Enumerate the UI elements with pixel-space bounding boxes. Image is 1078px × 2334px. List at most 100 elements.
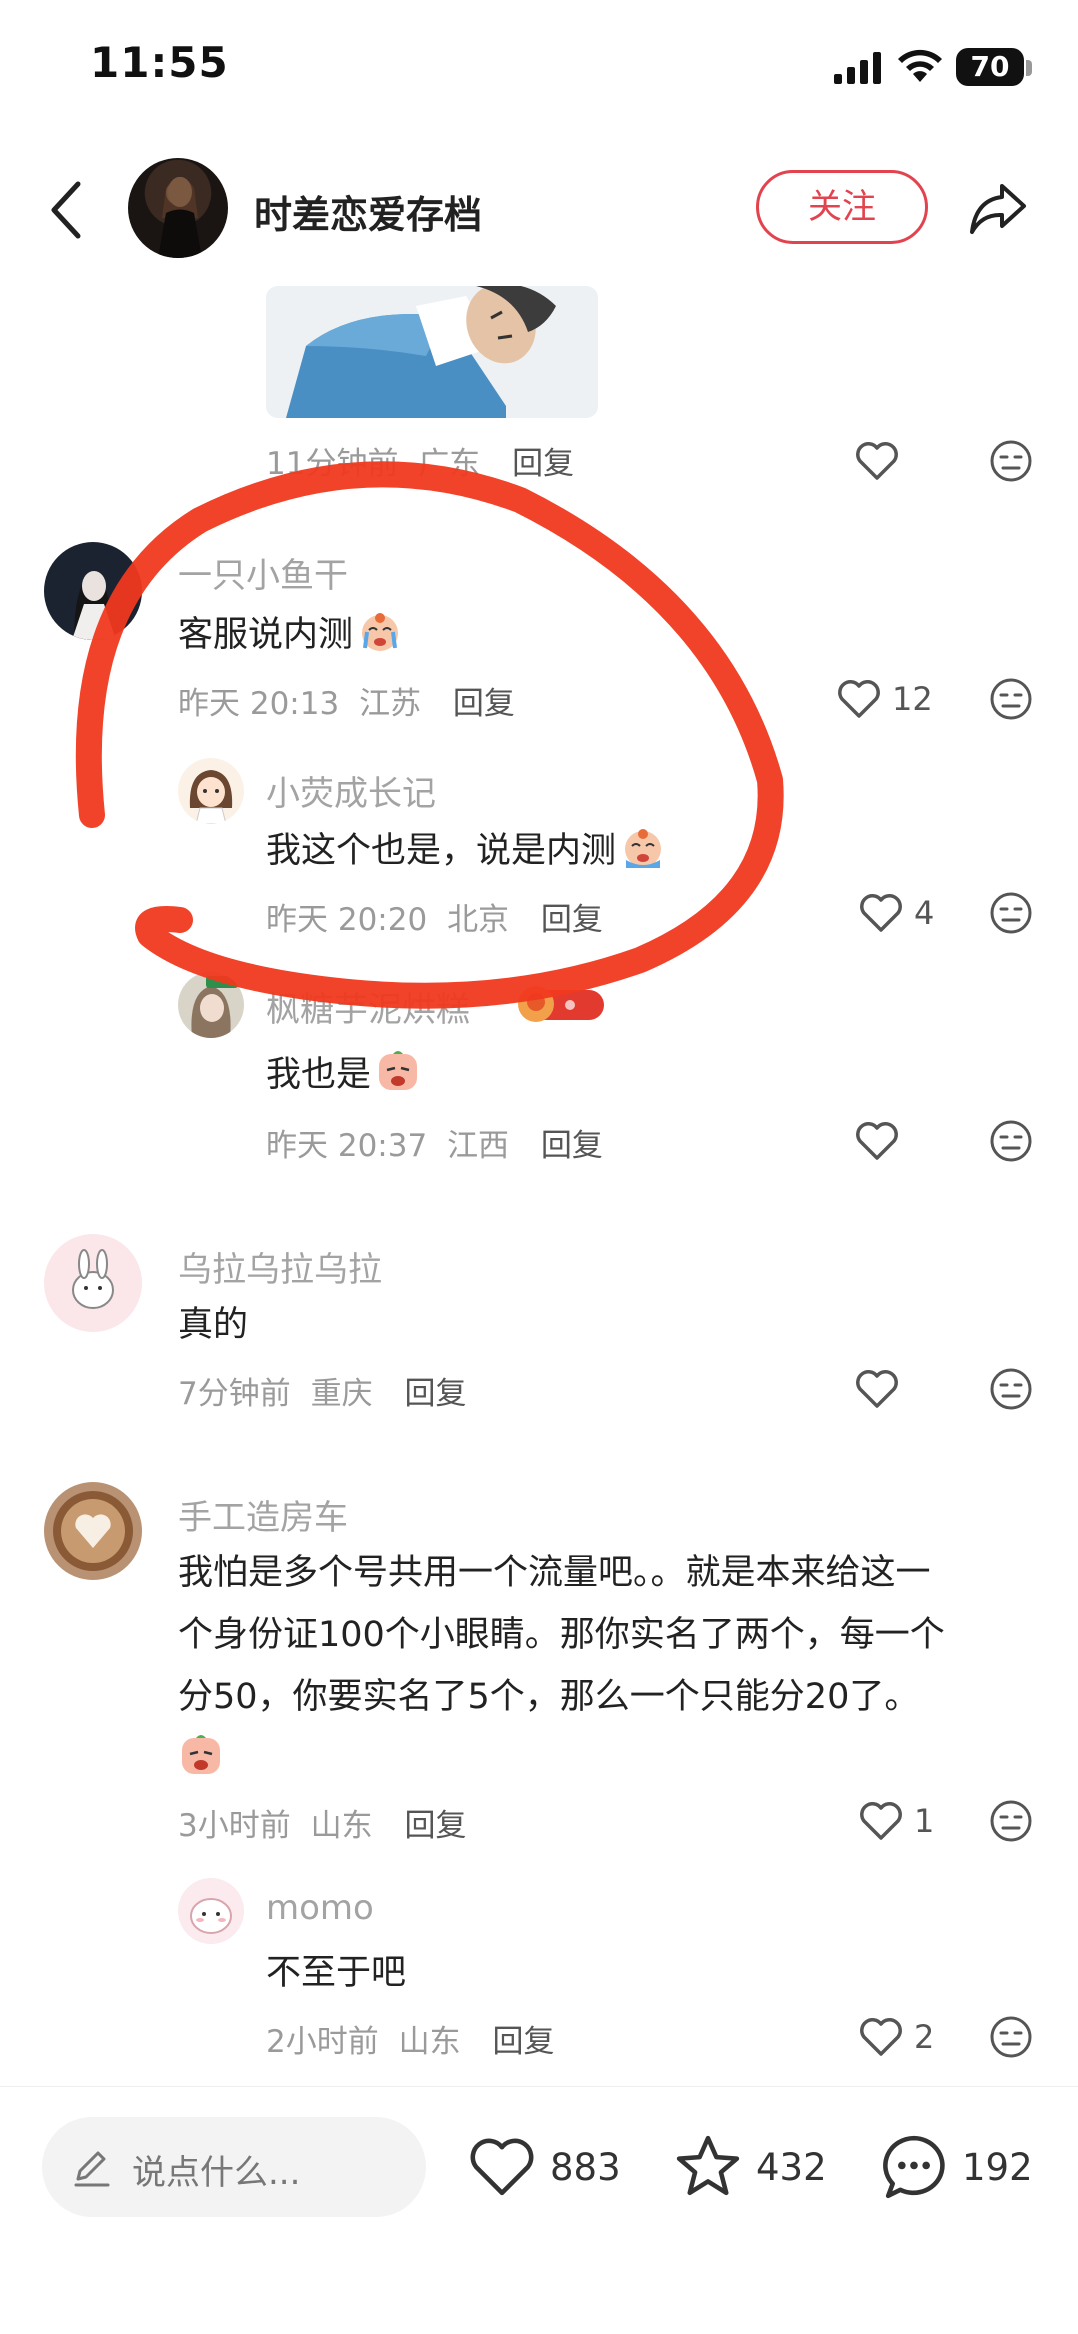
avatar[interactable] (178, 758, 244, 824)
comment-meta: 2小时前 山东 回复 (266, 2016, 554, 2061)
like-count: 1 (914, 1802, 935, 1840)
heart-icon (470, 2138, 534, 2196)
cellular-signal-icon (834, 52, 881, 84)
heart-icon[interactable] (852, 1364, 902, 1414)
dislike-face-icon[interactable] (988, 1798, 1034, 1844)
share-icon[interactable] (966, 176, 1030, 240)
cry-emoji-icon (362, 613, 399, 651)
comment-time: 3小时前 (178, 1808, 291, 1844)
like-count: 12 (892, 680, 933, 718)
comment-location: 重庆 (310, 1376, 373, 1412)
sticker-image[interactable] (266, 286, 598, 418)
comment-username[interactable]: momo (266, 1888, 374, 1928)
comment-time: 2小时前 (266, 2024, 379, 2060)
post-like-count: 883 (550, 2145, 621, 2189)
comment-line: 个身份证100个小眼睛。那你实名了两个，每一个 (178, 1615, 945, 1655)
follow-button[interactable]: 关注 (756, 170, 928, 244)
reply-button[interactable]: 回复 (512, 446, 574, 482)
heart-icon[interactable] (852, 1116, 902, 1166)
comment-time: 昨天 20:20 (266, 902, 428, 938)
comment-text: 客服说内测 (178, 604, 403, 666)
comment-input-placeholder: 说点什么... (132, 2153, 301, 2193)
like-count: 4 (914, 894, 935, 932)
like-count: 2 (914, 2018, 935, 2056)
heart-icon (860, 894, 902, 932)
comment-text: 真的 (178, 1305, 249, 1345)
post-like-button[interactable]: 883 (464, 2125, 621, 2209)
avatar[interactable] (44, 1234, 142, 1332)
reply-button[interactable]: 回复 (541, 902, 603, 938)
reply-button[interactable]: 回复 (404, 1808, 466, 1844)
post-comment-count: 192 (962, 2145, 1033, 2189)
reply-button[interactable]: 回复 (404, 1376, 466, 1412)
pen-icon (74, 2151, 110, 2187)
comment-username[interactable]: 枫糖芋泥烘糕 (266, 982, 470, 1031)
comment-meta: 昨天 20:37 江西 回复 (266, 1120, 603, 1165)
wifi-icon (898, 49, 942, 82)
comment-meta: 3小时前 山东 回复 (178, 1800, 466, 1845)
like-button[interactable]: 1 (856, 1796, 934, 1846)
comment-username[interactable]: 乌拉乌拉乌拉 (178, 1242, 382, 1291)
heart-icon (860, 2018, 902, 2056)
avatar[interactable] (178, 972, 244, 1038)
back-icon[interactable] (40, 170, 100, 250)
comment-username[interactable]: 小荧成长记 (266, 766, 436, 815)
comment-text: 我也是 (266, 1044, 421, 1106)
dislike-face-icon[interactable] (988, 2014, 1034, 2060)
post-comment-button[interactable]: 192 (876, 2125, 1033, 2209)
like-button[interactable]: 2 (856, 2012, 934, 2062)
author-name[interactable]: 时差恋爱存档 (254, 184, 482, 239)
comment-username[interactable]: 手工造房车 (178, 1490, 348, 1539)
comment-meta: 昨天 20:13 江苏 回复 (178, 678, 515, 723)
comment-body: 我这个也是，说是内测 (266, 831, 617, 871)
comment-time: 11分钟前 (266, 446, 399, 482)
author-avatar[interactable] (128, 158, 228, 258)
dislike-face-icon[interactable] (988, 1366, 1034, 1412)
dislike-face-icon[interactable] (988, 438, 1034, 484)
reply-button[interactable]: 回复 (541, 1128, 603, 1164)
avatar[interactable] (178, 1878, 244, 1944)
battery-icon: 70 (956, 48, 1024, 86)
reply-button[interactable]: 回复 (453, 686, 515, 722)
avatar[interactable] (44, 542, 142, 640)
sad-emoji-icon (379, 1051, 418, 1090)
dislike-face-icon[interactable] (988, 890, 1034, 936)
comment-bubble-icon (883, 2135, 945, 2199)
status-bar: 11:55 70 (0, 0, 1078, 130)
comment-line: 我怕是多个号共用一个流量吧。。就是本来给这一 (178, 1553, 931, 1593)
comment-line: 分50，你要实名了5个，那么一个只能分20了。 (178, 1677, 920, 1717)
comment-location: 江西 (447, 1128, 510, 1164)
heart-icon (838, 680, 880, 718)
star-icon (676, 2135, 740, 2196)
post-star-button[interactable]: 432 (670, 2125, 827, 2209)
comment-input[interactable]: 说点什么... (42, 2117, 426, 2217)
bottom-action-bar: 说点什么... 883 432 192 (0, 2086, 1078, 2334)
like-button[interactable]: 12 (834, 674, 933, 724)
comment-text: 我这个也是，说是内测 (266, 820, 666, 882)
post-star-count: 432 (756, 2145, 827, 2189)
comment-text: 我怕是多个号共用一个流量吧。。就是本来给这一 个身份证100个小眼睛。那你实名了… (178, 1542, 1038, 1790)
dislike-face-icon[interactable] (988, 676, 1034, 722)
avatar[interactable] (44, 1482, 142, 1580)
comment-body: 我也是 (266, 1055, 372, 1095)
post-header: 时差恋爱存档 关注 (0, 150, 1078, 270)
comment-location: 广东 (418, 446, 481, 482)
sad-emoji-icon (182, 1735, 220, 1774)
sticker-comment-meta: 11分钟前 广东 回复 (266, 438, 574, 483)
heart-icon (860, 1802, 902, 1840)
comment-text: 不至于吧 (266, 1953, 407, 1993)
user-badge-icon (518, 986, 604, 1022)
status-time: 11:55 (90, 38, 229, 87)
comment-location: 江苏 (359, 686, 422, 722)
cry-emoji-icon (625, 829, 662, 868)
comment-location: 山东 (398, 2024, 461, 2060)
heart-icon[interactable] (852, 436, 902, 486)
reply-button[interactable]: 回复 (492, 2024, 554, 2060)
like-button[interactable]: 4 (856, 888, 934, 938)
comment-body: 客服说内测 (178, 615, 354, 655)
dislike-face-icon[interactable] (988, 1118, 1034, 1164)
comment-username[interactable]: 一只小鱼干 (178, 548, 348, 597)
comment-time: 昨天 20:13 (178, 686, 340, 722)
comment-time: 昨天 20:37 (266, 1128, 428, 1164)
battery-tip (1026, 60, 1032, 76)
